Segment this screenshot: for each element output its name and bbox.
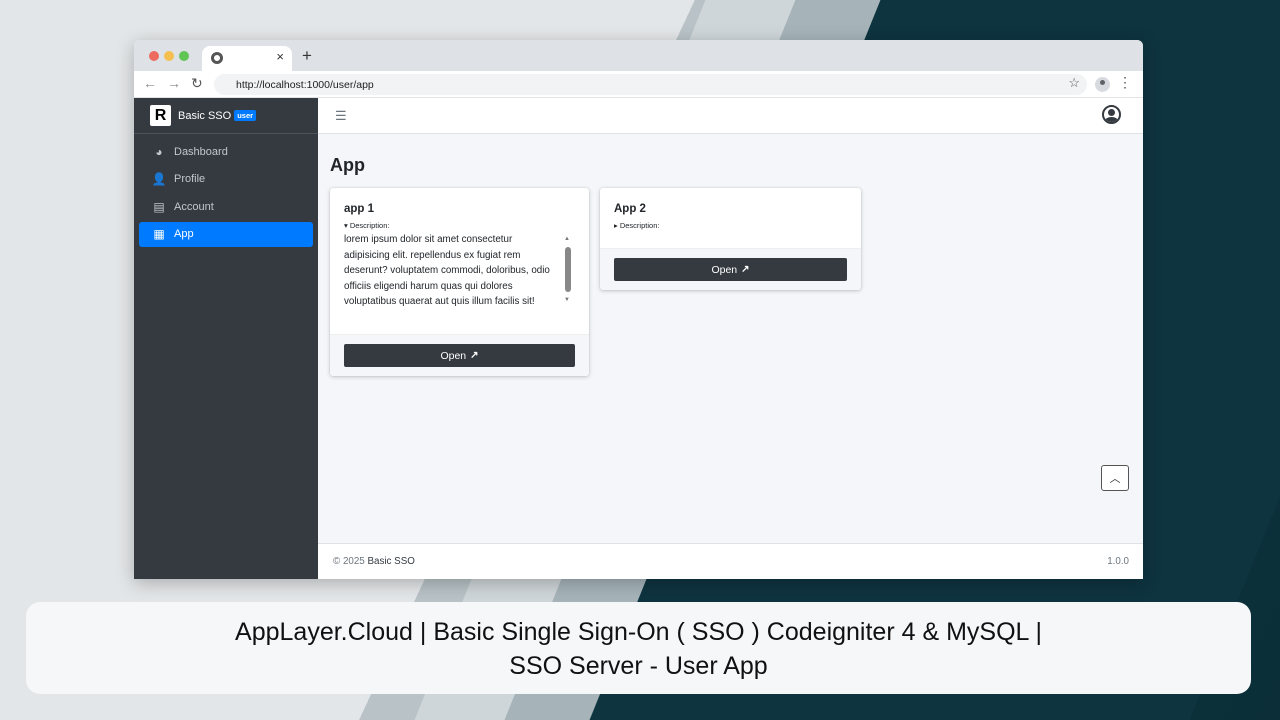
- browser-profile-icon[interactable]: [1095, 77, 1110, 92]
- scroll-up-arrow-icon[interactable]: ▲: [564, 236, 570, 242]
- footer-copyright: © 2025 Basic SSO: [333, 556, 415, 567]
- new-tab-button[interactable]: +: [302, 46, 312, 66]
- back-to-top-button[interactable]: ︿: [1101, 465, 1129, 491]
- external-link-icon: ↗: [470, 350, 479, 361]
- forward-arrow-icon[interactable]: →: [167, 75, 181, 91]
- sidebar-nav: ◕ Dashboard 👤 Profile ▤ Account ▦ App: [134, 134, 318, 254]
- description-text: lorem ipsum dolor sit amet consectetur a…: [344, 234, 550, 307]
- address-bar: ← → ↻ http://localhost:1000/user/app ☆ ⋮: [134, 71, 1143, 98]
- scroll-thumb[interactable]: [565, 247, 571, 292]
- app-layout: R Basic SSO user ◕ Dashboard 👤 Profile ▤…: [134, 98, 1143, 579]
- app-card: App 2 ▸ Description: Open ↗: [600, 188, 861, 290]
- caption-line-2: SSO Server - User App: [509, 652, 768, 680]
- user-icon: 👤: [151, 172, 167, 186]
- sidebar: R Basic SSO user ◕ Dashboard 👤 Profile ▤…: [134, 98, 318, 579]
- card-body: App 2 ▸ Description:: [600, 188, 861, 248]
- sidebar-item-app[interactable]: ▦ App: [139, 221, 313, 247]
- window-close-button[interactable]: [149, 51, 159, 61]
- description-toggle[interactable]: ▾ Description:: [344, 221, 575, 230]
- scroll-down-arrow-icon[interactable]: ▼: [564, 297, 570, 303]
- sidebar-item-profile[interactable]: 👤 Profile: [139, 167, 313, 192]
- sidebar-item-label: Dashboard: [174, 145, 228, 158]
- open-app-button[interactable]: Open ↗: [344, 344, 575, 367]
- back-arrow-icon[interactable]: ←: [143, 75, 157, 91]
- sidebar-item-label: Account: [174, 200, 214, 213]
- sidebar-item-label: Profile: [174, 173, 206, 185]
- hamburger-menu-icon[interactable]: ☰: [335, 108, 347, 124]
- chrome-icon: [211, 52, 223, 64]
- page-footer: © 2025 Basic SSO 1.0.0: [318, 543, 1143, 579]
- footer-brand-link[interactable]: Basic SSO: [367, 556, 414, 567]
- caption-line-1: AppLayer.Cloud | Basic Single Sign-On ( …: [235, 618, 1042, 646]
- browser-tab-bar: × +: [134, 40, 1143, 71]
- tachometer-icon: ◕: [155, 144, 163, 159]
- user-circle-icon[interactable]: [1102, 105, 1121, 124]
- description-toggle[interactable]: ▸ Description:: [614, 221, 847, 230]
- brand[interactable]: R Basic SSO user: [134, 98, 318, 134]
- sidebar-item-account[interactable]: ▤ Account: [139, 194, 313, 219]
- card-title: App 2: [614, 203, 646, 215]
- sidebar-item-dashboard[interactable]: ◕ Dashboard: [139, 139, 313, 164]
- window-maximize-button[interactable]: [179, 51, 189, 61]
- copyright-text: © 2025: [333, 556, 365, 567]
- main-content: ☰ App app 1 ▾ Description: lorem ipsum d…: [318, 98, 1143, 579]
- external-link-icon: ↗: [741, 264, 750, 275]
- kebab-menu-icon[interactable]: ⋮: [1118, 74, 1132, 91]
- open-app-button[interactable]: Open ↗: [614, 258, 847, 281]
- card-footer: Open ↗: [600, 248, 861, 290]
- url-input[interactable]: http://localhost:1000/user/app: [214, 74, 1087, 95]
- top-navbar: ☰: [318, 98, 1143, 134]
- card-title: app 1: [344, 203, 375, 215]
- video-caption: AppLayer.Cloud | Basic Single Sign-On ( …: [26, 602, 1251, 694]
- card-footer: Open ↗: [330, 334, 589, 376]
- card-body: app 1 ▾ Description: lorem ipsum dolor s…: [330, 188, 589, 334]
- close-tab-icon[interactable]: ×: [276, 49, 284, 64]
- sidebar-item-label: App: [174, 228, 194, 240]
- version-text: 1.0.0: [1107, 556, 1129, 567]
- browser-window: × + ← → ↻ http://localhost:1000/user/app…: [134, 40, 1143, 579]
- reload-icon[interactable]: ↻: [191, 75, 203, 92]
- grid-icon: ▦: [153, 227, 165, 241]
- open-button-label: Open: [711, 263, 738, 276]
- id-card-icon: ▤: [153, 199, 165, 214]
- role-badge: user: [234, 110, 257, 121]
- app-card: app 1 ▾ Description: lorem ipsum dolor s…: [330, 188, 589, 376]
- brand-name: Basic SSO: [178, 109, 232, 122]
- browser-tab[interactable]: ×: [202, 46, 292, 71]
- page-title: App: [330, 155, 365, 175]
- brand-logo: R: [150, 105, 171, 126]
- chevron-up-icon: ︿: [1109, 473, 1121, 485]
- bookmark-star-icon[interactable]: ☆: [1068, 75, 1080, 91]
- description-scrollbar[interactable]: ▲ ▼: [564, 236, 571, 303]
- open-button-label: Open: [440, 349, 467, 362]
- window-minimize-button[interactable]: [164, 51, 174, 61]
